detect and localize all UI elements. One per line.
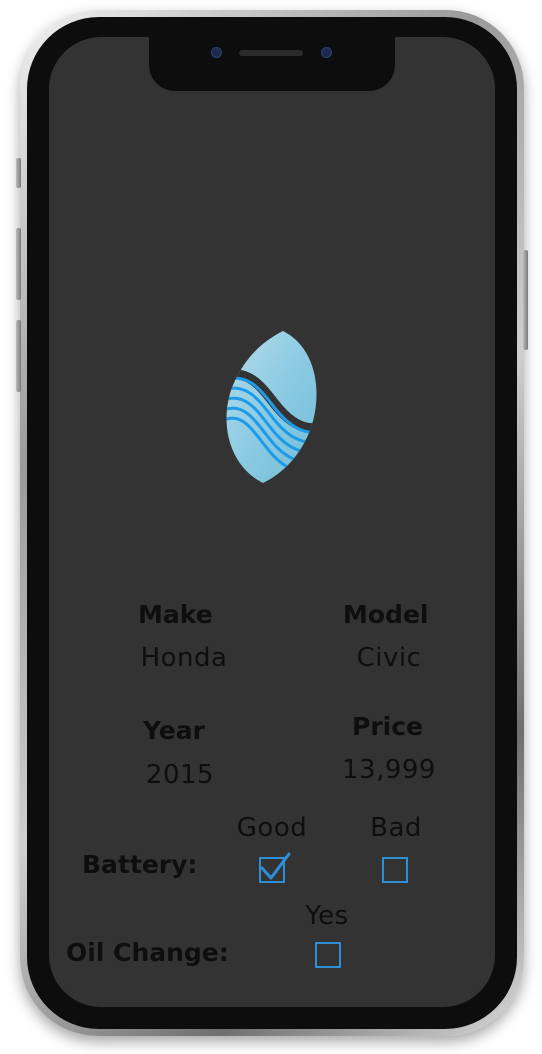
battery-bad-checkbox[interactable]: [382, 857, 408, 883]
battery-good-label: Good: [236, 813, 308, 843]
battery-label: Battery:: [82, 850, 198, 879]
app-screen: Make Honda Model Civic Year 2015 Price 1…: [49, 37, 495, 1007]
battery-bad-label: Bad: [370, 813, 422, 843]
checkmark-icon: [260, 852, 291, 880]
front-camera-icon: [211, 47, 222, 58]
volume-down-button: [16, 320, 21, 392]
power-button: [523, 250, 528, 350]
year-value: 2015: [145, 760, 215, 790]
oil-change-label: Oil Change:: [66, 938, 229, 967]
sensor-icon: [321, 47, 332, 58]
model-value: Civic: [356, 643, 422, 673]
make-value: Honda: [140, 643, 228, 673]
wave-leaf-logo-icon: [226, 331, 317, 483]
year-label: Year: [143, 716, 205, 745]
battery-good-checkbox[interactable]: [259, 852, 291, 883]
price-value: 13,999: [342, 755, 436, 785]
phone-bezel: Make Honda Model Civic Year 2015 Price 1…: [27, 17, 517, 1029]
phone-device-frame: Make Honda Model Civic Year 2015 Price 1…: [16, 10, 528, 1036]
price-label: Price: [352, 712, 423, 741]
make-label: Make: [138, 600, 213, 629]
earpiece-speaker: [239, 50, 303, 56]
oil-change-yes-label: Yes: [305, 901, 349, 931]
notch: [149, 37, 395, 91]
mute-switch: [16, 158, 21, 188]
oil-change-yes-checkbox[interactable]: [315, 942, 341, 968]
model-label: Model: [343, 600, 429, 629]
volume-up-button: [16, 228, 21, 300]
